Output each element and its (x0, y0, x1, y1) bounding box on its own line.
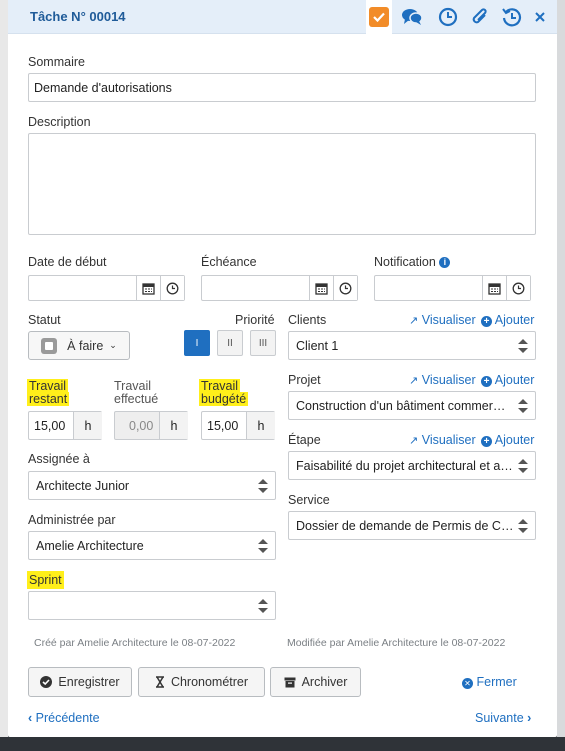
clock-icon[interactable] (436, 5, 460, 29)
sort-icon (258, 598, 268, 613)
remaining-work-input[interactable]: 15,00 h (28, 411, 102, 440)
sprint-select[interactable] (28, 591, 276, 620)
info-icon[interactable]: i (439, 257, 451, 269)
chevron-right-icon: › (527, 711, 532, 725)
stage-view-link[interactable]: ↗ Visualiser (409, 433, 476, 447)
created-info: Créé par Amelie Architecture le 08-07-20… (34, 637, 236, 649)
description-textarea[interactable] (28, 133, 536, 235)
archive-icon (284, 677, 296, 687)
chevron-left-icon: ‹ (28, 711, 33, 725)
summary-label: Sommaire (28, 55, 85, 69)
priority-medium-button[interactable]: II (217, 330, 243, 356)
hourglass-icon (155, 676, 164, 688)
close-link[interactable]: ✕ Fermer (462, 675, 517, 689)
summary-input[interactable]: Demande d'autorisations (28, 73, 536, 102)
admin-select[interactable]: Amelie Architecture (28, 531, 276, 560)
assigned-select[interactable]: Architecte Junior (28, 471, 276, 500)
clients-add-link[interactable]: + Ajouter (481, 313, 534, 327)
start-date-label: Date de début (28, 255, 107, 269)
close-circle-icon: ✕ (462, 678, 473, 689)
sort-icon (518, 338, 528, 353)
sort-icon (518, 458, 528, 473)
priority-low-button[interactable]: I (184, 330, 210, 356)
project-label: Projet (288, 373, 321, 387)
close-icon[interactable] (528, 5, 552, 29)
stage-add-link[interactable]: + Ajouter (481, 433, 534, 447)
priority-label: Priorité (235, 313, 275, 327)
modal-header: Tâche N° 00014 (8, 0, 557, 34)
history-icon[interactable] (500, 5, 524, 29)
modal-title: Tâche N° 00014 (30, 9, 126, 24)
project-select[interactable]: Construction d'un bâtiment commer… (288, 391, 536, 420)
notification-input[interactable] (374, 275, 531, 301)
sort-icon (518, 518, 528, 533)
timer-button[interactable]: Chronométrer (138, 667, 265, 697)
sort-icon (258, 478, 268, 493)
background-page-right (557, 0, 565, 751)
time-icon[interactable] (506, 276, 530, 300)
stage-label: Étape (288, 433, 321, 447)
background-footer (0, 737, 565, 751)
calendar-icon[interactable] (136, 276, 160, 300)
calendar-icon[interactable] (482, 276, 506, 300)
status-label: Statut (28, 313, 61, 327)
clients-view-link[interactable]: ↗ Visualiser (409, 313, 476, 327)
service-select[interactable]: Dossier de demande de Permis de C… (288, 511, 536, 540)
notification-label-text: Notification (374, 255, 436, 269)
time-icon[interactable] (160, 276, 184, 300)
due-label: Échéance (201, 255, 257, 269)
task-modal: Tâche N° 00014 Sommaire Demande d'autori… (8, 0, 557, 737)
due-date-input[interactable] (201, 275, 358, 301)
archive-button[interactable]: Archiver (270, 667, 361, 697)
clients-select[interactable]: Client 1 (288, 331, 536, 360)
stage-select[interactable]: Faisabilité du projet architectural et a… (288, 451, 536, 480)
comments-icon[interactable] (400, 5, 424, 29)
chevron-down-icon: ⌄ (109, 340, 117, 350)
status-dropdown[interactable]: À faire ⌄ (28, 331, 130, 360)
assigned-label: Assignée à (28, 452, 90, 466)
done-work-label: Travail effectué (114, 379, 159, 406)
done-work-input: 0,00 h (114, 411, 188, 440)
complete-checkbox[interactable] (366, 0, 392, 34)
modified-info: Modifiée par Amelie Architecture le 08-0… (287, 637, 506, 649)
hours-unit: h (246, 412, 275, 439)
next-link[interactable]: Suivante › (475, 711, 531, 725)
calendar-icon[interactable] (309, 276, 333, 300)
service-label: Service (288, 493, 330, 507)
status-value: À faire (67, 338, 104, 353)
description-label: Description (28, 115, 91, 129)
sprint-label: Sprint (27, 571, 64, 589)
paperclip-icon[interactable] (468, 5, 492, 29)
project-add-link[interactable]: + Ajouter (481, 373, 534, 387)
sort-icon (258, 538, 268, 553)
background-page-left (0, 0, 8, 751)
hours-unit: h (159, 412, 188, 439)
check-circle-icon (40, 676, 53, 688)
summary-value: Demande d'autorisations (34, 80, 172, 95)
notification-label: Notification i (374, 255, 451, 269)
start-date-input[interactable] (28, 275, 185, 301)
save-button[interactable]: Enregistrer (28, 667, 132, 697)
project-view-link[interactable]: ↗ Visualiser (409, 373, 476, 387)
status-square-icon (41, 337, 58, 354)
admin-label: Administrée par (28, 513, 116, 527)
priority-high-button[interactable]: III (250, 330, 276, 356)
budget-work-input[interactable]: 15,00 h (201, 411, 275, 440)
previous-link[interactable]: ‹ Précédente (28, 711, 100, 725)
remaining-work-label: Travail restant (27, 379, 70, 406)
budget-work-label: Travail budgété (199, 379, 249, 406)
sort-icon (518, 398, 528, 413)
hours-unit: h (73, 412, 102, 439)
clients-label: Clients (288, 313, 327, 327)
time-icon[interactable] (333, 276, 357, 300)
